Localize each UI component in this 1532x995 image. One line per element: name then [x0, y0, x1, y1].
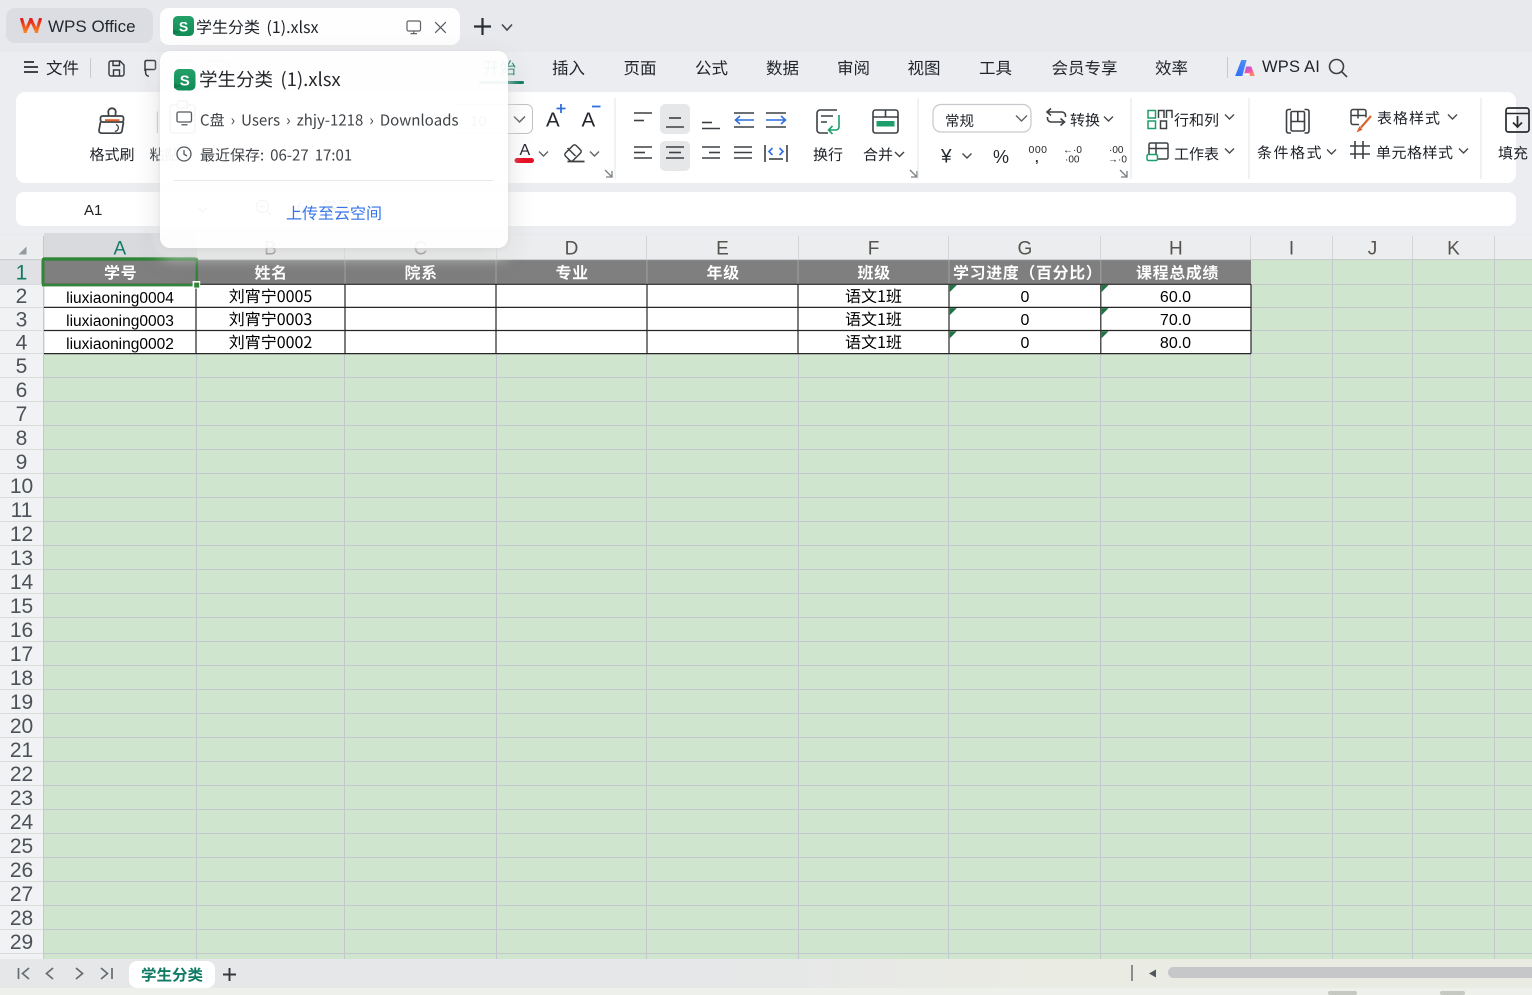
- svg-text:23: 23: [10, 787, 33, 810]
- svg-text:11: 11: [11, 499, 33, 522]
- svg-text:22: 22: [10, 763, 33, 786]
- svg-text:28: 28: [10, 907, 33, 930]
- svg-text:%: %: [993, 147, 1009, 167]
- svg-text:·00: ·00: [1065, 155, 1080, 166]
- svg-text:12: 12: [10, 523, 33, 546]
- svg-text:4: 4: [16, 332, 28, 355]
- svg-text:,: ,: [1035, 150, 1039, 165]
- svg-text:K: K: [1447, 239, 1460, 260]
- svg-text:25: 25: [10, 835, 33, 858]
- svg-text:24: 24: [10, 811, 34, 834]
- svg-text:3: 3: [16, 308, 28, 331]
- svg-text:20: 20: [10, 715, 33, 738]
- svg-text:A: A: [546, 109, 560, 132]
- svg-text:1: 1: [16, 262, 28, 285]
- svg-text:2: 2: [16, 285, 28, 308]
- svg-text:19: 19: [10, 691, 33, 714]
- svg-text:26: 26: [10, 859, 33, 882]
- svg-text:5: 5: [16, 355, 28, 378]
- svg-text:G: G: [1018, 239, 1033, 260]
- svg-text:16: 16: [10, 619, 33, 642]
- svg-text:J: J: [1368, 239, 1378, 260]
- svg-text:13: 13: [10, 547, 33, 570]
- svg-text:A: A: [582, 109, 596, 132]
- svg-text:H: H: [1169, 239, 1183, 260]
- svg-text:21: 21: [10, 739, 33, 762]
- svg-text:9: 9: [16, 451, 28, 474]
- svg-text:8: 8: [16, 427, 28, 450]
- svg-text:18: 18: [10, 667, 33, 690]
- svg-text:E: E: [716, 239, 729, 260]
- svg-text:27: 27: [10, 883, 33, 906]
- svg-text:17: 17: [10, 643, 33, 666]
- svg-text:A: A: [113, 239, 126, 260]
- svg-text:→·0: →·0: [1108, 155, 1127, 166]
- svg-text:D: D: [565, 239, 579, 260]
- svg-text:A: A: [520, 142, 531, 159]
- svg-text:F: F: [868, 239, 880, 260]
- svg-text:29: 29: [10, 931, 33, 954]
- svg-text:I: I: [1289, 239, 1294, 260]
- svg-text:14: 14: [10, 571, 34, 594]
- svg-text:7: 7: [16, 403, 28, 426]
- svg-text:10: 10: [10, 475, 33, 498]
- svg-text:15: 15: [10, 595, 33, 618]
- svg-text:6: 6: [16, 379, 28, 402]
- svg-text:¥: ¥: [940, 147, 952, 168]
